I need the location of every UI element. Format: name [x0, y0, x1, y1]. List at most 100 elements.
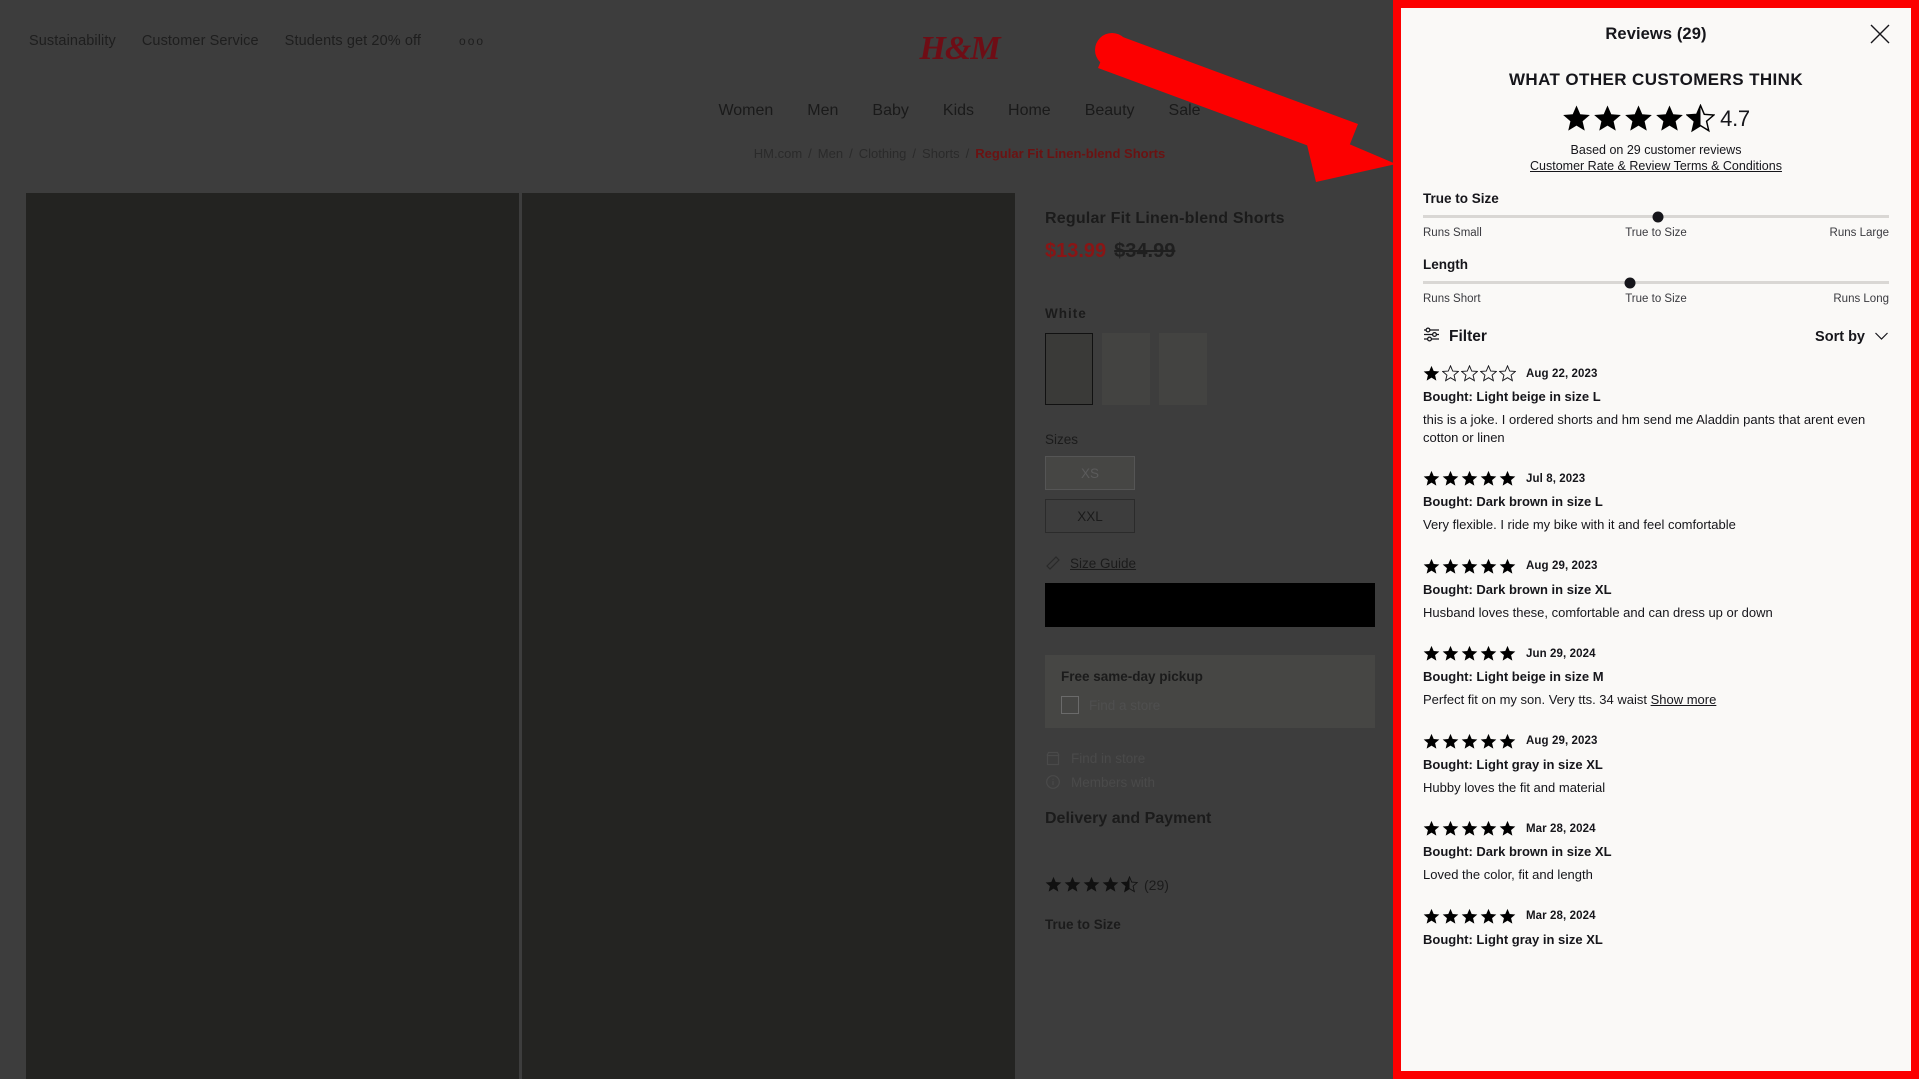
fit-meter-name: Length [1423, 257, 1468, 272]
review-bought: Bought: Light beige in size L [1423, 389, 1601, 404]
topbar-link-sustainability[interactable]: Sustainability [29, 33, 116, 49]
fit-meter-label-right: Runs Large [1829, 227, 1889, 239]
terms-conditions-link[interactable]: Customer Rate & Review Terms & Condition… [1401, 159, 1911, 173]
nav-item-women[interactable]: Women [718, 102, 773, 120]
reviews-list: Aug 22, 2023 Bought: Light beige in size … [1423, 365, 1889, 947]
terms-conditions-label: Customer Rate & Review Terms & Condition… [1530, 159, 1782, 173]
review-date: Mar 28, 2024 [1526, 910, 1596, 923]
fit-meter-labels: Runs Small True to Size Runs Large [1423, 227, 1889, 239]
nav-item-men[interactable]: Men [807, 102, 838, 120]
review-item: Aug 22, 2023 Bought: Light beige in size … [1423, 365, 1889, 446]
size-option-xxl[interactable]: XXL [1045, 499, 1135, 533]
fit-meter-handle[interactable] [1652, 211, 1664, 222]
overall-rating: 4.7 [1401, 104, 1911, 133]
star-icon-full [1625, 105, 1652, 131]
review-body: this is a joke. I ordered shorts and hm … [1423, 412, 1866, 445]
reviews-drawer-title: Reviews (29) [1605, 24, 1707, 43]
star-icon-full [1499, 733, 1516, 749]
fit-meter-track[interactable] [1423, 211, 1889, 222]
star-icon-full [1499, 908, 1516, 924]
find-in-store-row[interactable]: Find in store [1045, 750, 1375, 766]
breadcrumb-current: Regular Fit Linen-blend Shorts [975, 146, 1166, 161]
color-swatch-other[interactable] [1102, 333, 1150, 405]
star-icon-full [1423, 470, 1440, 486]
filter-sliders-icon [1423, 327, 1440, 347]
star-icon-full [1499, 646, 1516, 661]
color-swatch-other-2[interactable] [1159, 333, 1207, 405]
topbar-link-students-discount[interactable]: Students get 20% off [285, 33, 421, 49]
star-icon-full [1442, 470, 1459, 486]
add-to-bag-button[interactable] [1045, 583, 1375, 627]
star-icon-full [1442, 646, 1459, 661]
product-image-1[interactable] [26, 193, 519, 1079]
nav-item-sale[interactable]: Sale [1169, 102, 1201, 120]
product-rating-row[interactable]: (29) [1045, 876, 1375, 893]
fit-meter-handle[interactable] [1624, 277, 1636, 288]
pickup-find-store-row[interactable]: Find a store [1061, 696, 1359, 714]
review-header: Jul 8, 2023 [1423, 470, 1889, 487]
star-icon-full [1594, 105, 1621, 131]
breadcrumb-item-home[interactable]: HM.com [754, 146, 802, 161]
star-icon-half [1686, 104, 1716, 133]
reviews-toolbar: Filter Sort by [1423, 327, 1889, 347]
topbar-overflow-icon[interactable]: ooo [459, 34, 485, 48]
star-icon-full [1480, 646, 1497, 661]
nav-item-beauty[interactable]: Beauty [1085, 102, 1135, 120]
info-icon [1045, 774, 1061, 790]
product-image-gallery [26, 193, 1015, 1079]
sort-by-button[interactable]: Sort by [1815, 328, 1889, 346]
star-icon-empty [1480, 365, 1497, 382]
breadcrumb-item-shorts[interactable]: Shorts [922, 146, 960, 161]
star-icon-full [1423, 558, 1440, 574]
breadcrumb-item-men[interactable]: Men [818, 146, 843, 161]
star-icon-full [1480, 733, 1497, 749]
review-body: Perfect fit on my son. Very tts. 34 wais… [1423, 692, 1717, 708]
star-icon-full [1563, 105, 1590, 131]
topbar-link-customer-service[interactable]: Customer Service [142, 33, 259, 49]
product-title: Regular Fit Linen-blend Shorts [1045, 210, 1285, 227]
review-stars [1423, 733, 1516, 750]
breadcrumb-separator: / [965, 146, 970, 161]
filter-button[interactable]: Filter [1423, 327, 1487, 347]
nav-item-kids[interactable]: Kids [943, 102, 974, 120]
hm-logo[interactable]: H&M [919, 30, 1000, 68]
pickup-checkbox[interactable] [1061, 696, 1079, 714]
star-icon-full [1480, 470, 1497, 486]
reviews-section-heading: WHAT OTHER CUSTOMERS THINK [1508, 70, 1804, 89]
review-stars [1423, 365, 1516, 382]
show-more-link[interactable]: Show more [1651, 692, 1717, 707]
ruler-icon [1045, 555, 1061, 571]
review-header: Mar 28, 2024 [1423, 908, 1889, 925]
color-swatch-white[interactable] [1045, 333, 1093, 405]
review-bought: Bought: Dark brown in size XL [1423, 844, 1612, 860]
review-stars [1423, 820, 1516, 837]
nav-item-baby[interactable]: Baby [872, 102, 908, 120]
review-item: Mar 28, 2024 Bought: Dark brown in size X… [1423, 820, 1889, 884]
breadcrumb-separator: / [912, 146, 917, 161]
size-guide-link[interactable]: Size Guide [1045, 555, 1375, 571]
review-date: Mar 28, 2024 [1526, 822, 1596, 835]
review-stars [1423, 558, 1516, 575]
review-item: Mar 28, 2024 Bought: Light gray in size X… [1423, 908, 1889, 947]
size-guide-label: Size Guide [1070, 555, 1137, 571]
star-icon-full [1461, 646, 1478, 661]
sort-by-label: Sort by [1815, 329, 1865, 345]
fit-meter-true-to-size: True to Size Runs Small True to Size Run… [1423, 191, 1889, 239]
fit-meter-track[interactable] [1423, 277, 1889, 288]
star-icon-full [1480, 558, 1497, 574]
review-item: Jun 29, 2024 Bought: Light beige in size … [1423, 645, 1889, 709]
close-icon[interactable] [1867, 21, 1893, 47]
breadcrumb-item-clothing[interactable]: Clothing [859, 146, 907, 161]
review-date: Aug 29, 2023 [1526, 560, 1598, 573]
product-image-2[interactable] [522, 193, 1015, 1079]
star-icon-full [1499, 558, 1516, 574]
size-option-xs[interactable]: XS [1045, 456, 1135, 490]
star-icon-full [1423, 733, 1440, 749]
product-true-to-size-label: True to Size [1045, 917, 1121, 932]
nav-item-home[interactable]: Home [1008, 102, 1051, 120]
review-header: Mar 28, 2024 [1423, 820, 1889, 837]
filter-label: Filter [1449, 328, 1487, 345]
review-date: Aug 29, 2023 [1526, 735, 1598, 748]
star-icon-full [1480, 821, 1497, 836]
review-header: Jun 29, 2024 [1423, 645, 1889, 662]
